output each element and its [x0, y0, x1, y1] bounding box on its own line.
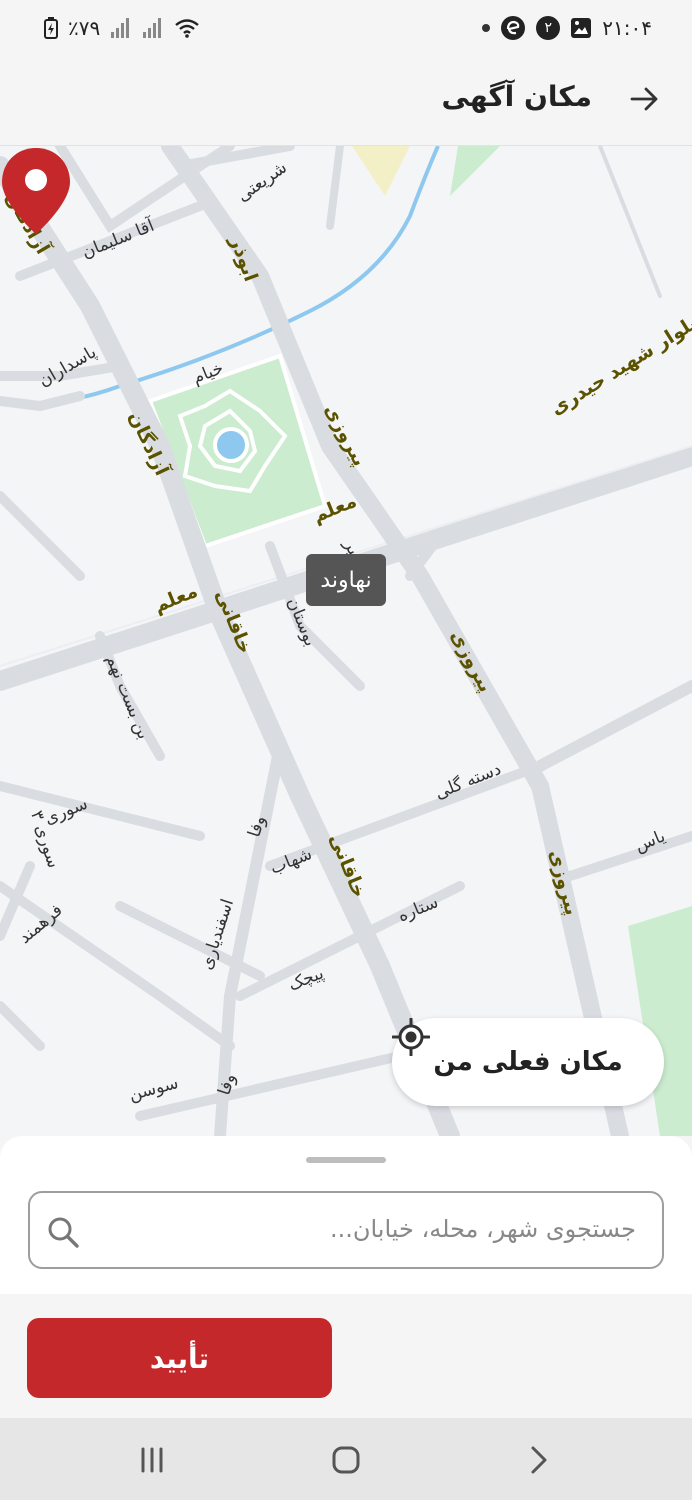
park-area-3 — [450, 146, 500, 196]
recent-apps-icon[interactable] — [132, 1440, 172, 1480]
street-label: بن بست نهم — [102, 652, 154, 742]
pin-tooltip: نهاوند — [306, 554, 386, 606]
street-label: پیروزی — [446, 626, 497, 695]
location-pin-icon[interactable] — [0, 146, 72, 236]
street-label: پیروزی — [545, 847, 584, 917]
status-left: ٪۷۹ — [44, 16, 200, 40]
status-time: ۲۱:۰۴ — [602, 16, 652, 40]
status-right: ۲ ۲۱:۰۴ — [482, 15, 652, 41]
app-bar: مکان آگهی — [0, 56, 692, 146]
current-location-label: مکان فعلی من — [433, 1047, 623, 1077]
map-canvas[interactable]: شریعتی آقا سلیمان آزادگان ابوذر پاسداران… — [0, 146, 692, 1136]
fountain — [213, 427, 249, 463]
gallery-icon — [571, 18, 592, 38]
road-network — [0, 146, 692, 1136]
page-title: مکان آگهی — [441, 80, 592, 113]
street-label: یاس — [632, 826, 668, 856]
sheet-drag-handle[interactable] — [306, 1157, 386, 1163]
street-label: بلوار شهید حیدری — [547, 312, 692, 420]
street-label: سوسن — [127, 1073, 181, 1105]
confirm-button[interactable]: تأیید — [27, 1318, 332, 1398]
wifi-icon — [175, 19, 199, 38]
search-placeholder: جستجوی شهر، محله، خیابان... — [329, 1215, 636, 1243]
status-bar: ٪۷۹ ۲ ۲۱:۰۴ — [0, 0, 692, 56]
notification-count: ۲ — [544, 20, 553, 36]
search-icon — [48, 1217, 79, 1248]
signal-icon — [111, 18, 130, 38]
back-arrow-icon[interactable] — [628, 82, 662, 116]
home-icon[interactable] — [326, 1440, 366, 1480]
park-area-4 — [352, 146, 410, 196]
signal-icon-2 — [143, 18, 162, 38]
dot-icon — [482, 24, 491, 32]
battery-icon — [44, 17, 58, 39]
street-label: شریعتی — [234, 158, 291, 206]
gps-target-icon — [392, 1018, 430, 1056]
notification-badge: ۲ — [536, 16, 561, 40]
battery-percent: ٪۷۹ — [68, 16, 101, 40]
system-nav-bar — [0, 1418, 692, 1500]
current-location-button[interactable]: مکان فعلی من — [392, 1018, 664, 1106]
app-logo-icon — [501, 16, 526, 40]
search-field[interactable]: جستجوی شهر، محله، خیابان... — [28, 1191, 664, 1269]
map-view[interactable]: شریعتی آقا سلیمان آزادگان ابوذر پاسداران… — [0, 146, 692, 1136]
street-label: شهاب — [267, 844, 315, 879]
street-label: ستاره — [395, 892, 441, 926]
pin-tooltip-label: نهاوند — [320, 567, 372, 593]
nav-back-chevron-icon[interactable] — [518, 1440, 558, 1480]
